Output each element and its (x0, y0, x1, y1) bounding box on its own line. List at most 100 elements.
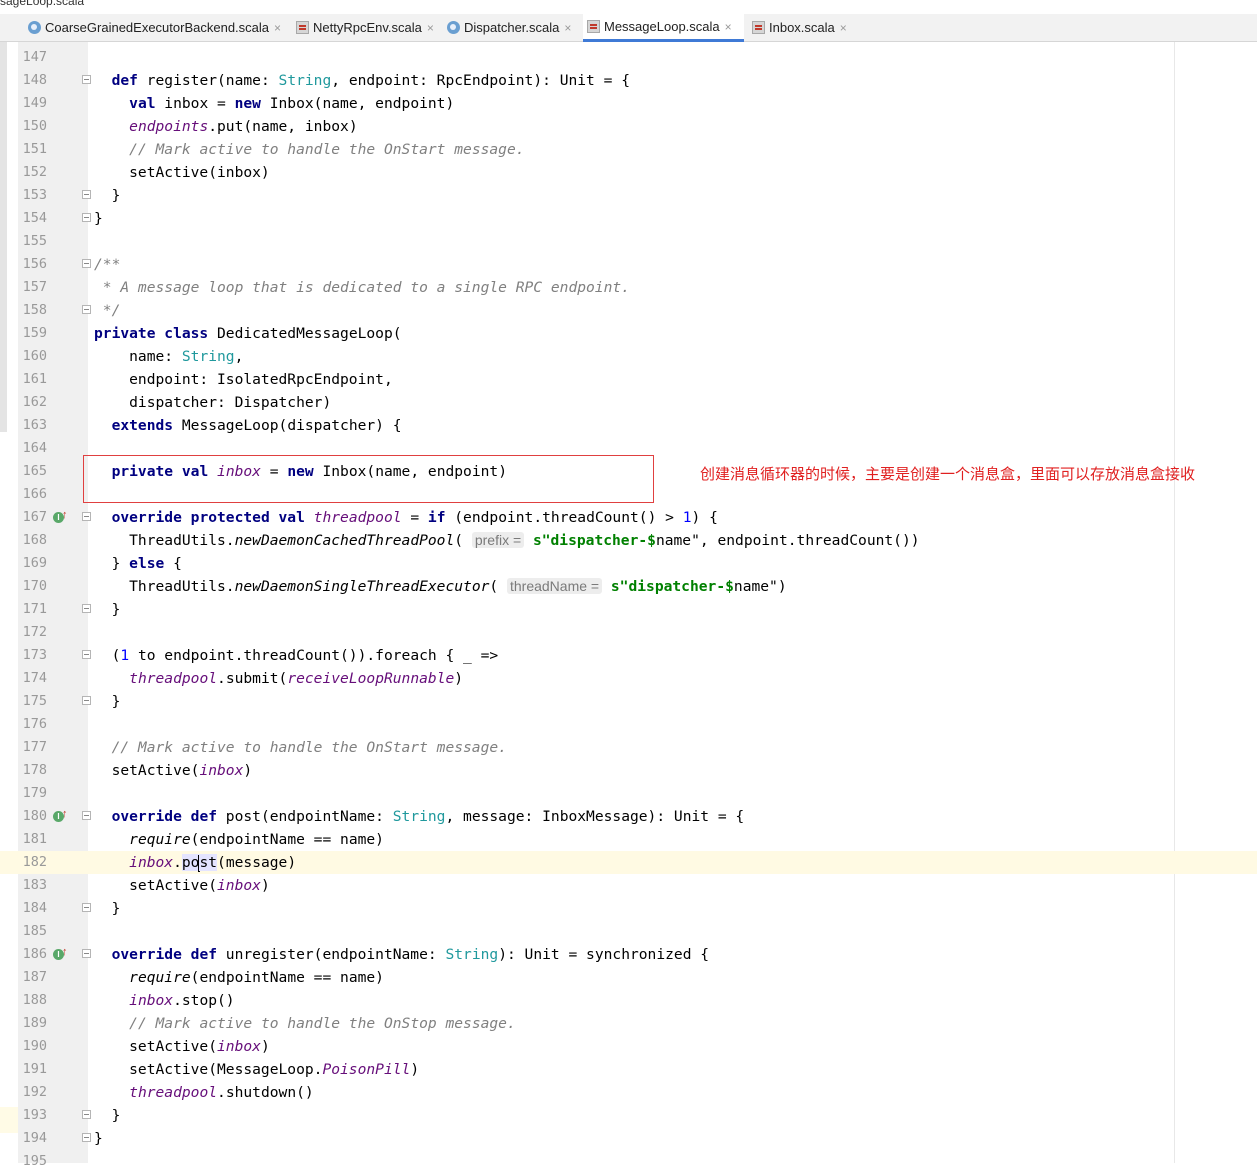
fold-toggle-icon[interactable] (82, 949, 91, 958)
fold-toggle-icon[interactable] (82, 696, 91, 705)
fold-toggle-icon[interactable] (82, 811, 91, 820)
code-line[interactable]: 184 } (0, 897, 1257, 920)
code-token: (endpoint.threadCount() > (445, 509, 683, 526)
code-line[interactable]: 179 (0, 782, 1257, 805)
code-text: * A message loop that is dedicated to a … (94, 276, 630, 299)
code-line[interactable]: 190 setActive(inbox) (0, 1035, 1257, 1058)
fold-toggle-icon[interactable] (82, 75, 91, 84)
tab-dispatcher[interactable]: Dispatcher.scala × (443, 14, 579, 41)
code-line[interactable]: 157 * A message loop that is dedicated t… (0, 276, 1257, 299)
override-marker-icon[interactable]: I ↑ (53, 808, 68, 823)
code-line[interactable]: 189 // Mark active to handle the OnStop … (0, 1012, 1257, 1035)
code-token: String (392, 808, 446, 825)
code-token: * A message loop that is dedicated to a … (94, 279, 630, 296)
tab-label: NettyRpcEnv.scala (313, 20, 422, 35)
code-line[interactable]: 148 def register(name: String, endpoint:… (0, 69, 1257, 92)
code-line[interactable]: 181 require(endpointName == name) (0, 828, 1257, 851)
code-line[interactable]: 187 require(endpointName == name) (0, 966, 1257, 989)
code-line[interactable]: 151 // Mark active to handle the OnStart… (0, 138, 1257, 161)
fold-toggle-icon[interactable] (82, 259, 91, 268)
close-icon[interactable]: × (840, 21, 847, 35)
code-line[interactable]: 177 // Mark active to handle the OnStart… (0, 736, 1257, 759)
code-line[interactable]: 183 setActive(inbox) (0, 874, 1257, 897)
code-line[interactable]: 194} (0, 1127, 1257, 1150)
code-line[interactable]: 176 (0, 713, 1257, 736)
code-line[interactable]: 192 threadpool.shutdown() (0, 1081, 1257, 1104)
code-line[interactable]: 158 */ (0, 299, 1257, 322)
code-line[interactable]: 182 inbox.post(message) (0, 851, 1257, 874)
line-number: 156 (22, 256, 47, 272)
tab-coarse-grained-executor-backend[interactable]: CoarseGrainedExecutorBackend.scala × (24, 14, 290, 41)
close-icon[interactable]: × (274, 21, 281, 35)
code-line[interactable]: 173 (1 to endpoint.threadCount()).foreac… (0, 644, 1257, 667)
code-line[interactable]: 147 (0, 46, 1257, 69)
code-token: endpoints (129, 118, 209, 135)
code-line[interactable]: 154} (0, 207, 1257, 230)
code-line[interactable]: 171 } (0, 598, 1257, 621)
code-token: { (164, 555, 182, 572)
code-line[interactable]: 191 setActive(MessageLoop.PoisonPill) (0, 1058, 1257, 1081)
code-text: } else { (94, 552, 182, 575)
code-line[interactable]: 162 dispatcher: Dispatcher) (0, 391, 1257, 414)
override-marker-icon[interactable]: I ↑ (53, 946, 68, 961)
code-line[interactable]: 150 endpoints.put(name, inbox) (0, 115, 1257, 138)
scala-object-icon (447, 21, 460, 34)
override-marker-icon[interactable]: I ↑ (53, 509, 68, 524)
close-icon[interactable]: × (564, 21, 571, 35)
fold-toggle-icon[interactable] (82, 512, 91, 521)
line-number: 159 (22, 325, 47, 341)
close-icon[interactable]: × (427, 21, 434, 35)
code-token: } (94, 555, 130, 572)
code-line[interactable]: 153 } (0, 184, 1257, 207)
tab-message-loop[interactable]: MessageLoop.scala × (583, 14, 744, 42)
code-line[interactable]: 193 } (0, 1104, 1257, 1127)
tab-inbox[interactable]: Inbox.scala × (748, 14, 856, 41)
fold-toggle-icon[interactable] (82, 903, 91, 912)
code-line[interactable]: 175 } (0, 690, 1257, 713)
code-token: if (427, 509, 446, 526)
code-line[interactable]: 168 ThreadUtils.newDaemonCachedThreadPoo… (0, 529, 1257, 552)
line-number: 179 (22, 785, 47, 801)
code-token: ) (243, 762, 253, 779)
code-token: override def (111, 946, 218, 963)
fold-toggle-icon[interactable] (82, 190, 91, 199)
code-line[interactable]: 195 (0, 1150, 1257, 1173)
code-line[interactable]: 149 val inbox = new Inbox(name, endpoint… (0, 92, 1257, 115)
fold-toggle-icon[interactable] (82, 1110, 91, 1119)
code-line[interactable]: 170 ThreadUtils.newDaemonSingleThreadExe… (0, 575, 1257, 598)
code-line[interactable]: 161 endpoint: IsolatedRpcEndpoint, (0, 368, 1257, 391)
code-line[interactable]: 169 } else { (0, 552, 1257, 575)
tab-netty-rpc-env[interactable]: NettyRpcEnv.scala × (292, 14, 440, 41)
code-line[interactable]: 160 name: String, (0, 345, 1257, 368)
code-text: ThreadUtils.newDaemonSingleThreadExecuto… (94, 575, 787, 598)
code-line[interactable]: 167 I ↑ override protected val threadpool … (0, 506, 1257, 529)
code-token: String (181, 348, 235, 365)
code-line[interactable]: 174 threadpool.submit(receiveLoopRunnabl… (0, 667, 1257, 690)
code-line[interactable]: 155 (0, 230, 1257, 253)
code-line[interactable]: 180 I ↑ override def post(endpointName: St… (0, 805, 1257, 828)
code-line[interactable]: 156 /** (0, 253, 1257, 276)
fold-toggle-icon[interactable] (82, 604, 91, 613)
fold-toggle-icon[interactable] (82, 650, 91, 659)
code-line[interactable]: 163 extends MessageLoop(dispatcher) { (0, 414, 1257, 437)
code-line[interactable]: 186 I ↑ override def unregister(endpointNa… (0, 943, 1257, 966)
code-token: */ (94, 302, 121, 319)
fold-toggle-icon[interactable] (82, 305, 91, 314)
line-number: 181 (22, 831, 47, 847)
code-editor[interactable]: 147 148 def register(name: String, endpoi… (0, 42, 1257, 1169)
code-line[interactable]: 159 private class DedicatedMessageLoop( (0, 322, 1257, 345)
code-line[interactable]: 188 inbox.stop() (0, 989, 1257, 1012)
code-token: } (94, 1107, 121, 1124)
code-line[interactable]: 172 (0, 621, 1257, 644)
code-line[interactable]: 185 (0, 920, 1257, 943)
code-text: inbox.stop() (94, 989, 234, 1012)
fold-toggle-icon[interactable] (82, 1133, 91, 1142)
close-icon[interactable]: × (725, 20, 732, 34)
code-line[interactable]: 152 setActive(inbox) (0, 161, 1257, 184)
code-line[interactable]: 178 setActive(inbox) (0, 759, 1257, 782)
code-token: setActive(MessageLoop. (94, 1061, 323, 1078)
fold-toggle-icon[interactable] (82, 213, 91, 222)
code-text: } (94, 207, 103, 230)
annotation-note: 创建消息循环器的时候，主要是创建一个消息盒，里面可以存放消息盒接收 (700, 466, 1196, 483)
